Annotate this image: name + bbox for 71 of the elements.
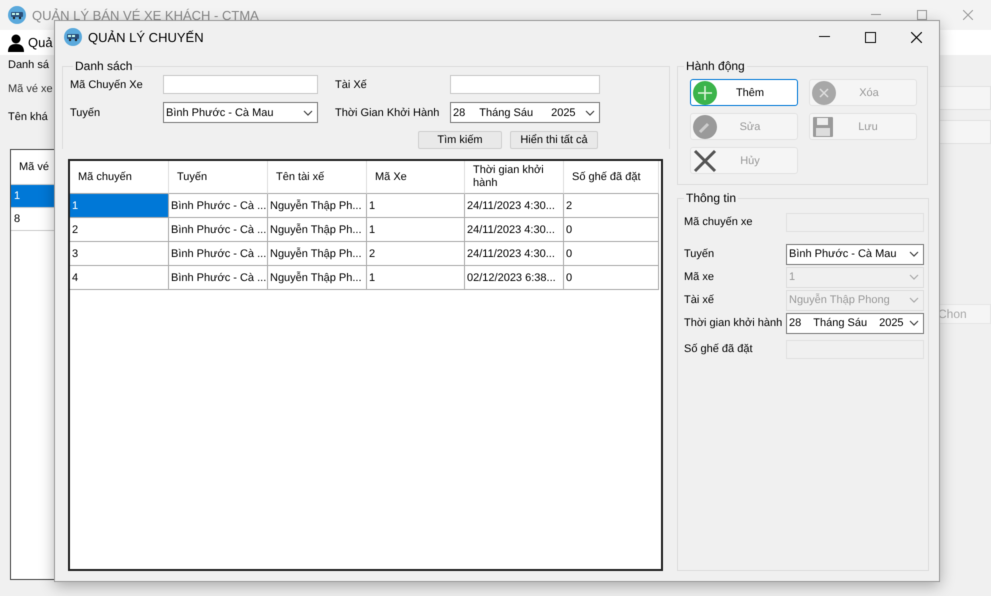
chevron-down-icon [909,251,919,257]
table-cell: 0 [564,218,659,242]
field-label: Mã chuyến xe [684,216,754,228]
chevron-down-icon [909,274,919,280]
dropdown[interactable]: Bình Phước - Cà Mau [786,244,924,264]
table-cell: Nguyễn Thập Ph... [268,194,367,218]
field-label: Tài Xế [334,78,368,90]
table-cell: Nguyễn Thập Ph... [268,218,367,242]
field-label: Tài xế [684,294,715,306]
field-label: Mã Chuyến Xe [70,78,144,90]
window-title: QUẢN LÝ BÁN VÉ XE KHÁCH - CTMA [32,8,259,22]
person-icon [8,34,24,52]
input-field[interactable] [163,75,318,94]
field-label: Thời Gian Khởi Hành [334,106,440,118]
table-cell: 2 [367,242,465,266]
date-picker[interactable]: 28 Tháng Sáu 2025 [786,312,924,334]
table-cell: Bình Phước - Cà ... [169,266,268,290]
table-cell: Nguyễn Thập Ph... [268,242,367,266]
table-cell: 4 [70,266,169,290]
column-header: Mã Xe [367,161,465,194]
field-label: Tuyến [70,106,102,118]
plus-icon [693,80,717,104]
table-cell: 02/12/2023 6:38... [465,266,564,290]
menu-item[interactable]: Quả [28,35,53,50]
show-all-button[interactable]: Hiển thi tất cả [510,131,598,149]
table-cell: Nguyễn Thập Ph... [268,266,367,290]
field-label: Thời gian khởi hành [684,317,784,329]
group-title: Danh sá [8,59,50,71]
column-header: Tên tài xế [268,161,367,194]
group-title: Danh sách [74,59,134,73]
chevron-down-icon [909,297,919,303]
group-title: Thông tin [685,191,738,205]
bus-icon [64,28,82,46]
table-cell: 0 [564,242,659,266]
table-cell: 24/11/2023 4:30... [465,242,564,266]
column-header: Số ghế đã đặt [564,161,659,194]
add-button[interactable]: Thêm [690,79,798,106]
field-label: Tuyến [684,248,716,260]
field-label: Mã vé xe [8,83,54,95]
date-picker[interactable]: 28 Tháng Sáu 2025 [450,102,600,123]
table-cell: 24/11/2023 4:30... [465,218,564,242]
table-cell: 24/11/2023 4:30... [465,194,564,218]
field-label: Mã xe [684,271,715,283]
chevron-down-icon [585,110,595,116]
search-button[interactable]: Tìm kiếm [418,131,502,149]
table-cell: 2 [564,194,659,218]
window-title: QUẢN LÝ CHUYẾN [88,30,204,44]
field-label: Tên khá [8,111,49,123]
table-cell[interactable]: 1 [11,185,54,208]
input-field[interactable] [450,75,600,94]
bus-icon [8,6,26,24]
table-cell: 1 [367,218,465,242]
table-cell: 0 [564,266,659,290]
table-cell: 1 [367,194,465,218]
column-header: Thời gian khởi hành [465,161,564,194]
group-title: Hành động [685,59,746,73]
table-cell: 1 [70,194,169,218]
column-header: Tuyến [169,161,268,194]
delete-icon [812,80,836,104]
cancel-icon [693,148,717,172]
table-cell: 2 [70,218,169,242]
chevron-down-icon [909,320,919,326]
wrench-icon [693,114,717,138]
table-cell: Bình Phước - Cà ... [169,242,268,266]
table-cell: 3 [70,242,169,266]
table-cell: Bình Phước - Cà ... [169,218,268,242]
dropdown[interactable]: Bình Phước - Cà Mau [163,102,318,123]
table-cell: 1 [367,266,465,290]
field-label: Số ghế đã đặt [684,343,754,355]
table-cell: Bình Phước - Cà ... [169,194,268,218]
chevron-down-icon [303,110,313,116]
